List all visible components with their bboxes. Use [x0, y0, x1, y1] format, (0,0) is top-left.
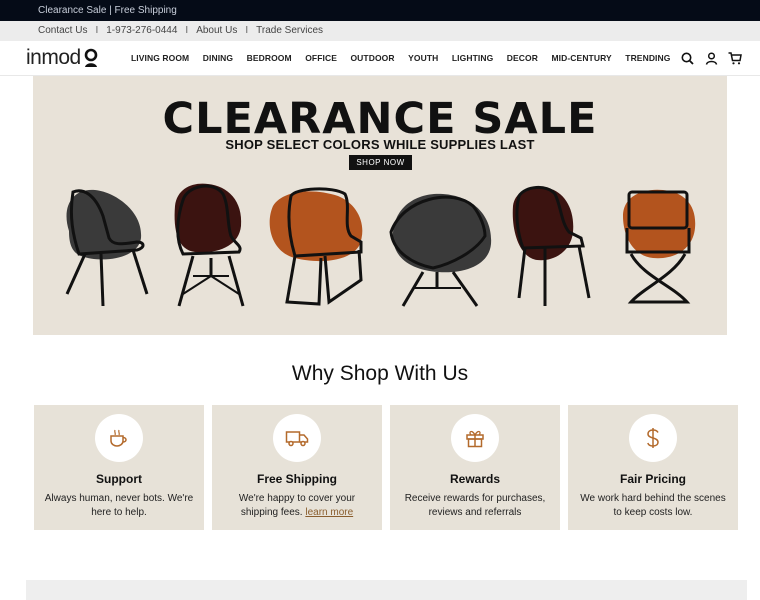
nav-menu: LIVING ROOM DINING BEDROOM OFFICE OUTDOO…	[131, 53, 684, 63]
truck-icon	[273, 414, 321, 462]
nav-youth[interactable]: YOUTH	[408, 53, 438, 63]
card-rewards: Rewards Receive rewards for purchases, r…	[390, 405, 560, 530]
card-text: Always human, never bots. We're here to …	[44, 493, 194, 518]
card-support: Support Always human, never bots. We're …	[34, 405, 204, 530]
nav-living-room[interactable]: LIVING ROOM	[131, 53, 189, 63]
logo-text-in: in	[26, 46, 42, 69]
chair-charcoal-shell	[65, 189, 149, 307]
nav-outdoor[interactable]: OUTDOOR	[350, 53, 394, 63]
chair-rust-xbase	[623, 189, 696, 304]
separator: I	[185, 25, 189, 36]
chair-maroon-eiffel	[174, 183, 245, 307]
logo-mark-icon	[84, 48, 98, 67]
nav-trending[interactable]: TRENDING	[625, 53, 670, 63]
card-title: Rewards	[449, 472, 501, 486]
dollar-icon	[629, 414, 677, 462]
logo[interactable]: in mod	[26, 46, 131, 70]
shop-now-button[interactable]: SHOP NOW	[349, 155, 412, 170]
phone-link[interactable]: 1-973-276-0444	[106, 21, 177, 41]
nav-lighting[interactable]: LIGHTING	[452, 53, 493, 63]
nav-decor[interactable]: DECOR	[507, 53, 538, 63]
card-text: We work hard behind the scenes to keep c…	[580, 493, 726, 518]
nav-icons	[680, 41, 742, 76]
separator: I	[95, 25, 99, 36]
cart-icon[interactable]	[728, 52, 742, 66]
card-title: Free Shipping	[256, 472, 337, 486]
chair-maroon-side	[512, 186, 591, 306]
nav-mid-century[interactable]: MID-CENTURY	[552, 53, 612, 63]
why-shop-cards: Support Always human, never bots. We're …	[34, 405, 739, 530]
card-free-shipping: Free Shipping We're happy to cover your …	[212, 405, 382, 530]
promo-bar: Clearance Sale | Free Shipping	[0, 0, 760, 21]
card-title: Support	[96, 472, 142, 486]
separator: I	[245, 25, 249, 36]
account-icon[interactable]	[704, 52, 718, 66]
chair-charcoal-lounge	[389, 193, 492, 307]
gift-icon	[451, 414, 499, 462]
nav-bedroom[interactable]: BEDROOM	[247, 53, 292, 63]
hero-subtitle: SHOP SELECT COLORS WHILE SUPPLIES LAST	[225, 137, 535, 152]
nav-dining[interactable]: DINING	[203, 53, 233, 63]
promo-text[interactable]: Clearance Sale | Free Shipping	[38, 5, 177, 16]
coffee-cup-icon	[95, 414, 143, 462]
chair-rust-wire	[269, 187, 363, 306]
about-us-link[interactable]: About Us	[196, 21, 237, 41]
why-shop-title: Why Shop With Us	[291, 362, 469, 385]
logo-text-mod: mod	[41, 46, 81, 69]
next-section-strip	[26, 580, 747, 600]
clearance-hero-banner[interactable]: CLEARANCE SALE SHOP SELECT COLORS WHILE …	[33, 76, 727, 335]
chairs-illustration	[65, 183, 696, 307]
card-text: We're happy to cover your shipping fees.…	[220, 492, 374, 520]
card-text: Receive rewards for purchases, reviews a…	[404, 493, 546, 518]
contact-us-link[interactable]: Contact Us	[38, 21, 87, 41]
card-fair-pricing: Fair Pricing We work hard behind the sce…	[568, 405, 738, 530]
card-title: Fair Pricing	[619, 472, 687, 486]
main-nav: in mod LIVING ROOM DINING BEDROOM OFFICE …	[0, 41, 760, 76]
trade-services-link[interactable]: Trade Services	[256, 21, 323, 41]
learn-more-link[interactable]: learn more	[305, 507, 353, 518]
utility-bar: Contact Us I 1-973-276-0444 I About Us I…	[0, 21, 760, 41]
search-icon[interactable]	[680, 52, 694, 66]
nav-office[interactable]: OFFICE	[305, 53, 337, 63]
